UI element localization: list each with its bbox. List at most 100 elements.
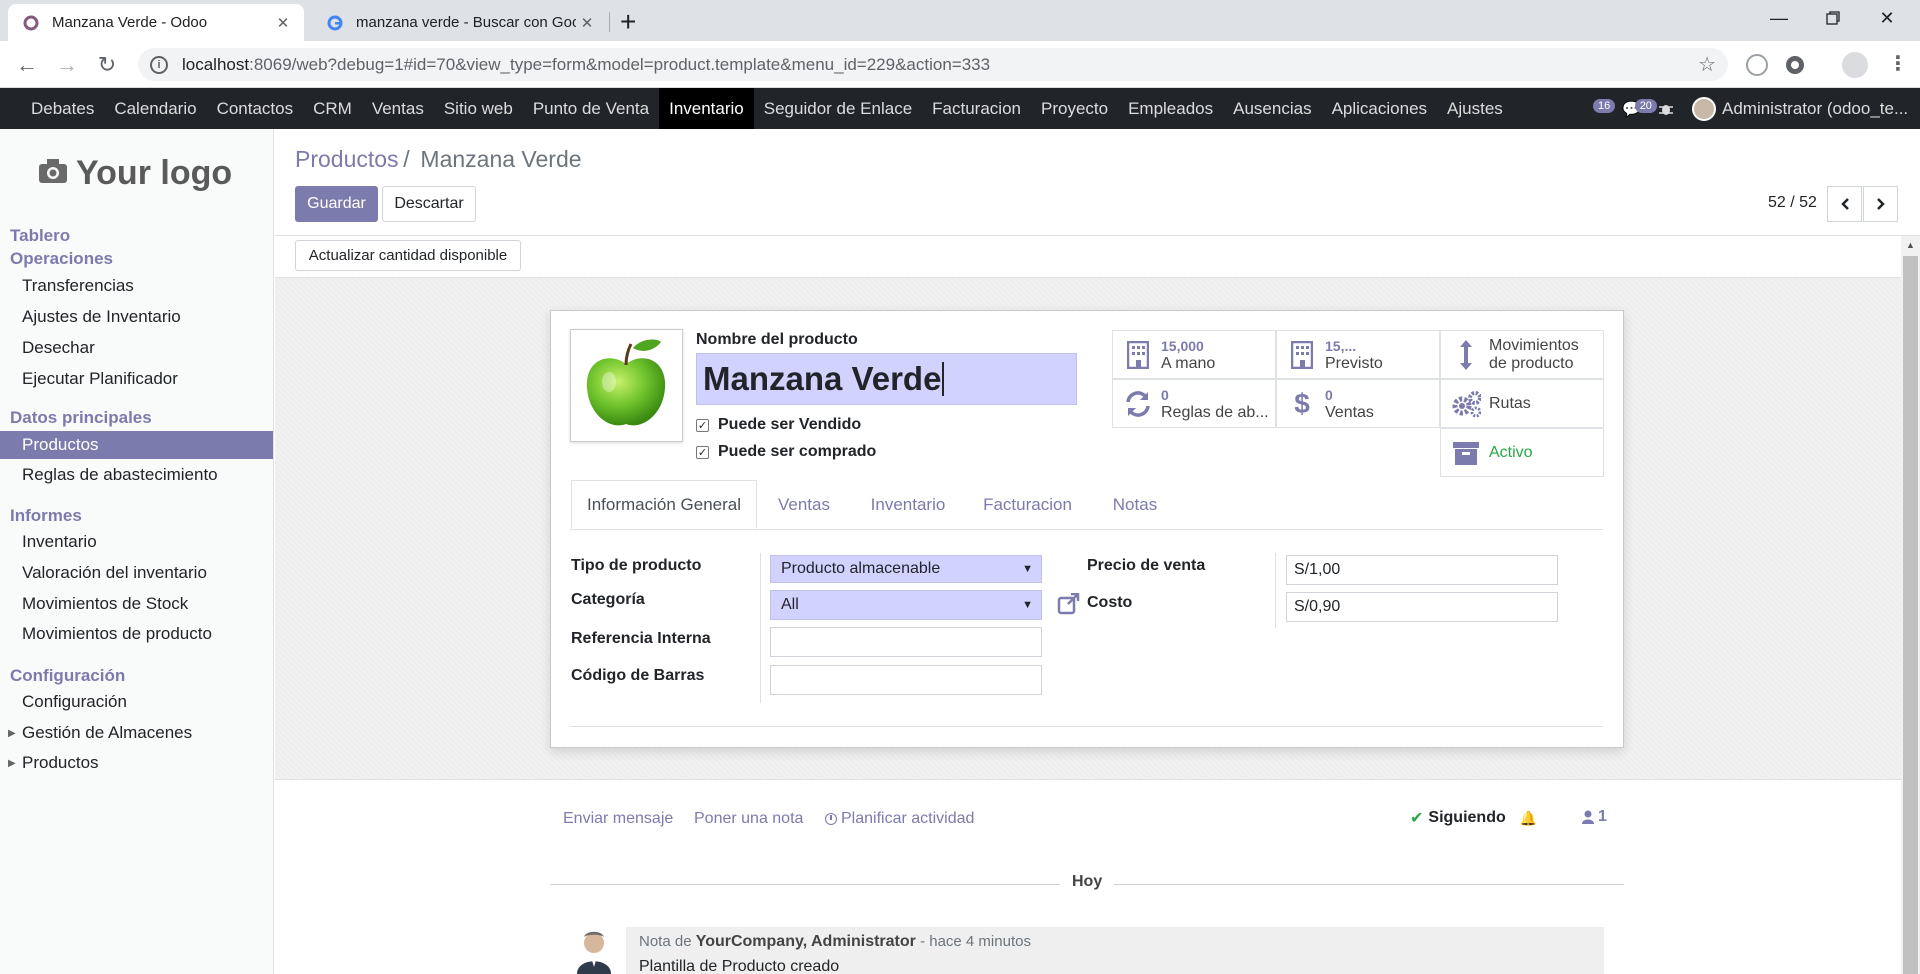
sidebar-item-label: Ejecutar Planificador: [22, 369, 178, 388]
log-note-button[interactable]: Poner una nota: [694, 810, 803, 828]
pager-previous-button[interactable]: [1827, 186, 1862, 222]
menu-calendario[interactable]: Calendario: [104, 88, 206, 129]
routes-stat-button[interactable]: Rutas: [1440, 379, 1604, 428]
sale-price-label: Precio de venta: [1087, 557, 1206, 574]
cost-input[interactable]: S/0,90: [1286, 592, 1558, 622]
breadcrumb-productos[interactable]: Productos: [295, 146, 399, 172]
menu-seguidor-de-enlace[interactable]: Seguidor de Enlace: [754, 88, 922, 129]
sidebar-item-0-1[interactable]: Ajustes de Inventario: [0, 303, 273, 331]
sidebar-section-2[interactable]: Informes: [10, 506, 82, 526]
browser-menu-icon[interactable]: ⋮: [1888, 51, 1908, 76]
close-window-icon[interactable]: ✕: [1864, 0, 1910, 36]
close-tab-icon[interactable]: ✕: [576, 14, 598, 32]
user-menu[interactable]: Administrator (odoo_te...: [1692, 88, 1908, 129]
update-quantity-button[interactable]: Actualizar cantidad disponible: [295, 240, 521, 271]
product-type-select[interactable]: Producto almacenable ▼: [770, 555, 1042, 583]
menu-contactos[interactable]: Contactos: [207, 88, 304, 129]
menu-debates[interactable]: Debates: [21, 88, 104, 129]
send-message-button[interactable]: Enviar mensaje: [563, 810, 673, 828]
minimize-icon[interactable]: —: [1756, 0, 1802, 36]
menu-aplicaciones[interactable]: Aplicaciones: [1322, 88, 1437, 129]
menu-ajustes[interactable]: Ajustes: [1437, 88, 1513, 129]
sidebar-item-1-0[interactable]: Productos: [0, 431, 273, 459]
address-bar[interactable]: i localhost:8069/web?debug=1#id=70&view_…: [138, 48, 1728, 81]
product-name-input[interactable]: Manzana Verde: [696, 353, 1077, 405]
menu-inventario[interactable]: Inventario: [659, 88, 754, 129]
reload-icon[interactable]: ↻: [91, 49, 123, 81]
debug-bug-icon[interactable]: [1658, 88, 1674, 129]
new-tab-button[interactable]: +: [620, 6, 636, 38]
discard-button[interactable]: Descartar: [382, 186, 476, 222]
browser-tab-odoo[interactable]: Manzana Verde - Odoo ✕: [8, 4, 304, 41]
site-info-icon[interactable]: i: [150, 55, 168, 74]
schedule-activity-button[interactable]: Planificar actividad: [825, 810, 974, 828]
menu-ventas[interactable]: Ventas: [362, 88, 434, 129]
sidebar-section-1[interactable]: Datos principales: [10, 408, 152, 428]
author-avatar[interactable]: [574, 927, 614, 974]
sidebar-item-0-2[interactable]: Desechar: [0, 334, 273, 362]
sales-stat-button[interactable]: $ 0 Ventas: [1276, 379, 1440, 428]
sidebar-item-1-1[interactable]: Reglas de abastecimiento: [0, 461, 273, 489]
product-image[interactable]: [570, 329, 683, 442]
restore-icon[interactable]: [1810, 0, 1856, 36]
scrollbar-thumb[interactable]: [1903, 256, 1918, 974]
sale-price-input[interactable]: S/1,00: [1286, 555, 1558, 585]
extension-icon[interactable]: [1746, 54, 1768, 76]
on-hand-stat-button[interactable]: 15,000 A mano: [1112, 330, 1276, 379]
tab-1[interactable]: Ventas: [761, 480, 847, 529]
menu-punto-de-venta[interactable]: Punto de Venta: [523, 88, 659, 129]
sidebar-item-0-0[interactable]: Transferencias: [0, 272, 273, 300]
scroll-up-icon[interactable]: ▲: [1906, 240, 1915, 250]
close-tab-icon[interactable]: ✕: [272, 14, 294, 32]
messaging-menu[interactable]: 💬 20: [1622, 88, 1657, 129]
can-be-purchased-checkbox[interactable]: ✓: [696, 445, 709, 459]
can-be-sold-checkbox[interactable]: ✓: [696, 418, 709, 432]
on-hand-value: 15,000: [1161, 337, 1204, 354]
product-moves-stat-button[interactable]: Movimientos de producto: [1440, 330, 1604, 379]
pager-value[interactable]: 52 / 52: [1768, 194, 1817, 212]
internal-reference-input[interactable]: [770, 627, 1042, 657]
reorder-rules-stat-button[interactable]: 0 Reglas de ab...: [1112, 379, 1276, 428]
sidebar-item-3-2[interactable]: ▶ Productos: [0, 749, 273, 777]
menu-sitio-web[interactable]: Sitio web: [434, 88, 523, 129]
menu-crm[interactable]: CRM: [303, 88, 362, 129]
follow-button[interactable]: ✔ Siguiendo 🔔: [1410, 808, 1537, 828]
browser-tab-google[interactable]: manzana verde - Buscar con Google ✕: [312, 4, 608, 41]
sidebar-item-0-3[interactable]: Ejecutar Planificador: [0, 365, 273, 393]
save-button[interactable]: Guardar: [295, 186, 378, 222]
sidebar-item-2-0[interactable]: Inventario: [0, 528, 273, 556]
tab-0[interactable]: Información General: [571, 480, 757, 529]
tab-2[interactable]: Inventario: [855, 480, 961, 529]
sidebar-item-3-0[interactable]: Configuración: [0, 688, 273, 716]
profile-avatar-icon[interactable]: [1842, 52, 1868, 78]
sidebar-section-3[interactable]: Configuración: [10, 666, 125, 686]
menu-proyecto[interactable]: Proyecto: [1031, 88, 1118, 129]
bell-icon[interactable]: 🔔: [1520, 810, 1537, 827]
extension-icon[interactable]: [1786, 56, 1804, 74]
sidebar-item-2-2[interactable]: Movimientos de Stock: [0, 590, 273, 618]
sidebar-item-2-3[interactable]: Movimientos de producto: [0, 620, 273, 648]
forward-icon[interactable]: →: [51, 49, 83, 81]
sidebar-head-tablero[interactable]: Tablero: [10, 226, 70, 246]
barcode-input[interactable]: [770, 665, 1042, 695]
tab-3[interactable]: Facturacion: [970, 480, 1085, 529]
main-scrollbar[interactable]: ▲: [1901, 236, 1920, 974]
back-icon[interactable]: ←: [11, 49, 43, 81]
archive-toggle-button[interactable]: Activo: [1440, 428, 1604, 477]
sidebar-section-0[interactable]: Operaciones: [10, 249, 113, 269]
followers-button[interactable]: 1: [1582, 808, 1607, 826]
category-select[interactable]: All ▼: [770, 590, 1042, 620]
forecast-stat-button[interactable]: 15,... Previsto: [1276, 330, 1440, 379]
activity-menu[interactable]: 16: [1585, 88, 1616, 129]
message-author[interactable]: YourCompany, Administrator: [696, 933, 916, 950]
menu-empleados[interactable]: Empleados: [1118, 88, 1223, 129]
sidebar-item-2-1[interactable]: Valoración del inventario: [0, 559, 273, 587]
bookmark-star-icon[interactable]: ☆: [1698, 52, 1716, 77]
pager-next-button[interactable]: [1863, 186, 1898, 222]
external-link-icon[interactable]: [1057, 592, 1081, 620]
company-logo[interactable]: Your logo: [38, 154, 232, 193]
menu-ausencias[interactable]: Ausencias: [1223, 88, 1321, 129]
sidebar-item-3-1[interactable]: ▶ Gestión de Almacenes: [0, 719, 273, 747]
menu-facturacion[interactable]: Facturacion: [922, 88, 1031, 129]
tab-4[interactable]: Notas: [1097, 480, 1173, 529]
